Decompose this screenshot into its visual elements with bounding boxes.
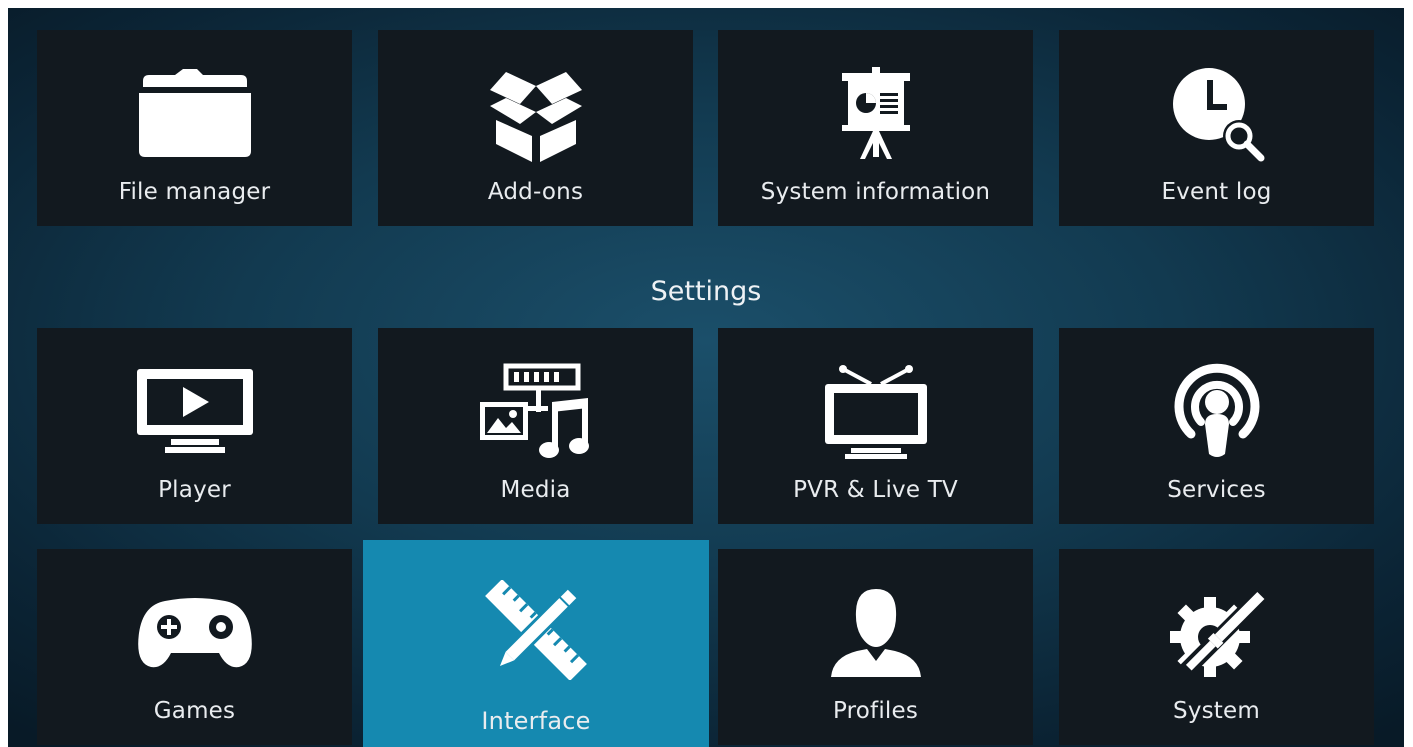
settings-screen: File manager Add-ons System information … (8, 8, 1404, 747)
tile-label: Interface (481, 707, 591, 735)
tile-label: Media (500, 477, 571, 503)
tile-games[interactable]: Games (37, 549, 352, 745)
tile-system-information[interactable]: System information (718, 30, 1033, 226)
gear-wrench-icon (1157, 583, 1277, 683)
user-silhouette-icon (816, 583, 936, 683)
tile-label: Profiles (832, 698, 919, 724)
tile-label: Add-ons (487, 179, 584, 205)
tile-label: Player (158, 477, 231, 503)
gamepad-icon (135, 583, 255, 683)
tile-interface[interactable]: Interface (363, 540, 709, 747)
podcast-icon (1157, 362, 1277, 462)
media-icon (476, 362, 596, 462)
open-box-icon (476, 64, 596, 164)
tile-label: System information (760, 179, 991, 205)
tile-label: Event log (1161, 179, 1272, 205)
tile-file-manager[interactable]: File manager (37, 30, 352, 226)
tile-system[interactable]: System (1059, 549, 1374, 745)
tile-label: Games (153, 698, 236, 724)
tile-services[interactable]: Services (1059, 328, 1374, 524)
presentation-easel-icon (816, 64, 936, 164)
tile-label: PVR & Live TV (793, 477, 958, 503)
tile-label: Services (1167, 477, 1266, 503)
tile-media[interactable]: Media (378, 328, 693, 524)
tile-add-ons[interactable]: Add-ons (378, 30, 693, 226)
tile-profiles[interactable]: Profiles (718, 549, 1033, 745)
tile-event-log[interactable]: Event log (1059, 30, 1374, 226)
tile-label: File manager (118, 179, 271, 205)
tile-player[interactable]: Player (37, 328, 352, 524)
clock-search-icon (1157, 64, 1277, 164)
tv-antenna-icon (816, 362, 936, 462)
ruler-pencil-icon (476, 580, 596, 680)
folder-icon (135, 64, 255, 164)
tv-play-icon (135, 362, 255, 462)
tile-label: System (1173, 698, 1260, 724)
section-title: Settings (650, 276, 762, 307)
tile-pvr-live-tv[interactable]: PVR & Live TV (718, 328, 1033, 524)
